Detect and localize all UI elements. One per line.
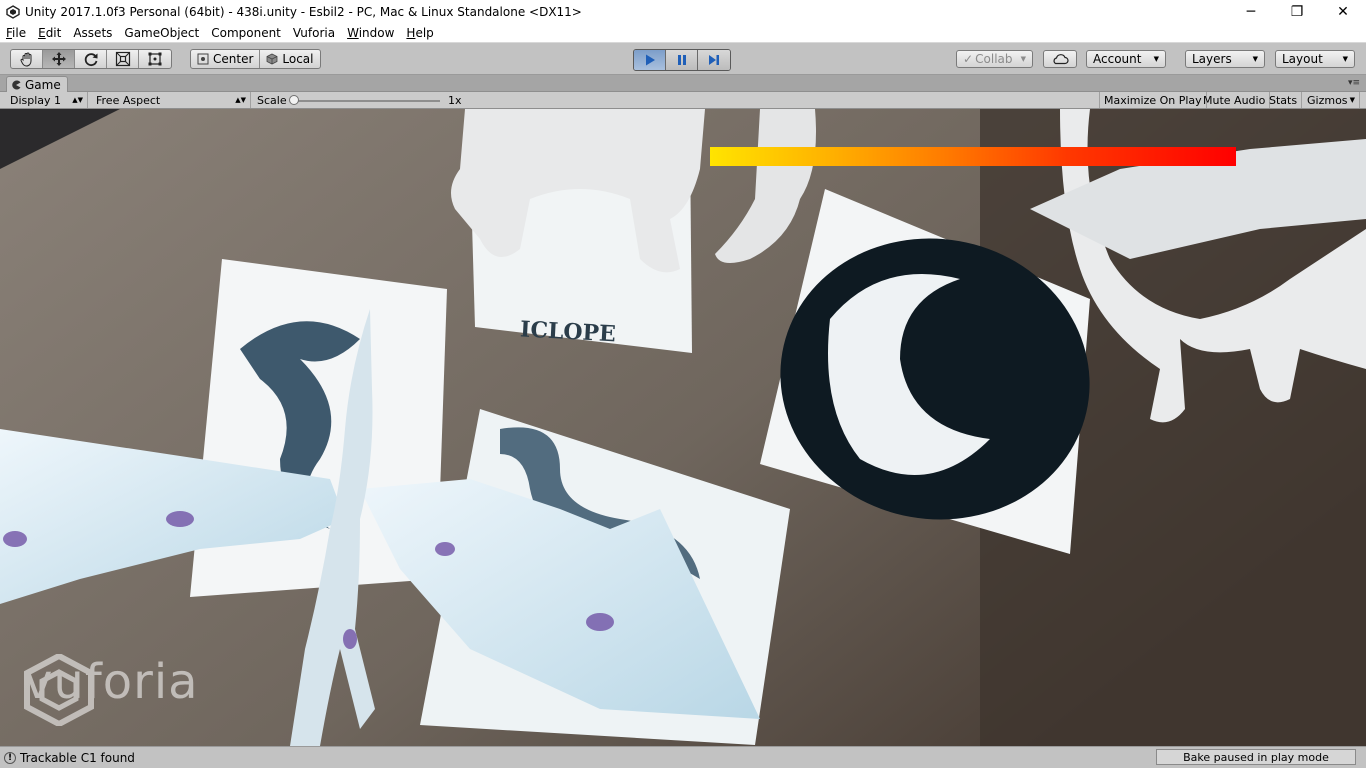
vuforia-logo-icon — [24, 654, 94, 726]
play-controls — [633, 49, 731, 71]
game-view-toolbar: Display 1 ▲▼ Free Aspect ▲▼ Scale 1x Max… — [0, 92, 1366, 109]
collab-dropdown[interactable]: ✓ Collab ▼ — [956, 50, 1033, 68]
dropdown-arrow-icon: ▲▼ — [72, 96, 83, 104]
scale-tool-button[interactable] — [107, 50, 139, 68]
layers-dropdown[interactable]: Layers ▼ — [1185, 50, 1265, 68]
window-title: Unity 2017.1.0f3 Personal (64bit) - 438i… — [25, 4, 582, 19]
move-tool-button[interactable] — [43, 50, 75, 68]
dropdown-arrow-icon: ▼ — [1153, 55, 1159, 63]
dropdown-arrow-icon: ▼ — [1342, 55, 1348, 63]
menu-bar: File Edit Assets GameObject Component Vu… — [0, 23, 1366, 43]
hand-tool-button[interactable] — [11, 50, 43, 68]
game-tab-bar: Game ▾≡ — [0, 75, 1366, 92]
status-bar: ! Trackable C1 found Bake paused in play… — [0, 746, 1366, 768]
play-button[interactable] — [634, 50, 666, 70]
bake-status: Bake paused in play mode — [1156, 749, 1356, 765]
menu-window[interactable]: Window — [341, 26, 400, 40]
pivot-center-button[interactable]: Center — [191, 50, 261, 68]
dropdown-arrow-icon: ▼ — [1252, 55, 1258, 63]
stats-toggle[interactable]: Stats — [1265, 92, 1303, 108]
rotate-icon — [84, 53, 97, 67]
menu-edit[interactable]: Edit — [32, 26, 67, 40]
rect-icon — [148, 52, 162, 66]
minimize-button[interactable]: ─ — [1228, 0, 1274, 23]
info-icon: ! — [4, 751, 16, 764]
menu-gameobject[interactable]: GameObject — [118, 26, 205, 40]
tab-options-icon[interactable]: ▾≡ — [1348, 78, 1360, 88]
aspect-dropdown[interactable]: Free Aspect ▲▼ — [92, 92, 251, 108]
close-button[interactable]: ✕ — [1320, 0, 1366, 23]
mute-audio-toggle[interactable]: Mute Audio — [1199, 92, 1271, 108]
ar-camera-scene: ICLOPE — [0, 109, 1366, 746]
step-icon — [709, 55, 719, 65]
check-icon: ✓ — [963, 52, 974, 66]
gizmos-dropdown[interactable]: Gizmos ▼ — [1303, 92, 1360, 108]
restore-button[interactable]: ❐ — [1274, 0, 1320, 23]
dropdown-arrow-icon: ▲▼ — [235, 96, 246, 104]
cloud-icon — [1053, 54, 1069, 65]
cloud-button[interactable] — [1043, 50, 1077, 68]
layout-dropdown[interactable]: Layout ▼ — [1275, 50, 1355, 68]
window-controls: ─ ❐ ✕ — [1228, 0, 1366, 23]
scale-slider-track[interactable] — [294, 100, 440, 102]
scale-value: 1x — [448, 93, 462, 107]
tab-game[interactable]: Game — [6, 76, 68, 92]
menu-help[interactable]: Help — [400, 26, 439, 40]
dropdown-arrow-icon: ▼ — [1349, 96, 1355, 104]
game-viewport[interactable]: ICLOPE vuforia — [0, 109, 1366, 746]
dropdown-arrow-icon: ▼ — [1020, 55, 1026, 63]
display-dropdown[interactable]: Display 1 ▲▼ — [6, 92, 88, 108]
title-bar: Unity 2017.1.0f3 Personal (64bit) - 438i… — [0, 0, 1366, 23]
main-toolbar: Center Local ✓ Collab ▼ Account ▼ Layers… — [0, 44, 1366, 75]
maximize-on-play-toggle[interactable]: Maximize On Play — [1099, 92, 1207, 108]
pivot-toggles: Center Local — [190, 49, 321, 69]
menu-file[interactable]: File — [0, 26, 32, 40]
move-icon — [51, 52, 66, 66]
card-text: ICLOPE — [519, 316, 616, 347]
account-dropdown[interactable]: Account ▼ — [1086, 50, 1166, 68]
unity-editor-window: Unity 2017.1.0f3 Personal (64bit) - 438i… — [0, 0, 1366, 768]
unity-logo-icon — [5, 4, 21, 20]
rotate-tool-button[interactable] — [75, 50, 107, 68]
pivot-center-icon — [197, 53, 209, 65]
play-icon — [645, 54, 655, 66]
scale-label: Scale — [257, 93, 287, 107]
step-button[interactable] — [698, 50, 730, 70]
menu-component[interactable]: Component — [205, 26, 287, 40]
menu-vuforia[interactable]: Vuforia — [287, 26, 341, 40]
health-bar — [710, 147, 1236, 166]
rect-tool-button[interactable] — [139, 50, 171, 68]
status-message[interactable]: Trackable C1 found — [20, 751, 135, 765]
hand-icon — [20, 52, 31, 67]
pivot-local-button[interactable]: Local — [260, 50, 319, 68]
pause-button[interactable] — [666, 50, 698, 70]
pause-icon — [677, 55, 686, 65]
menu-assets[interactable]: Assets — [67, 26, 118, 40]
scale-slider-handle[interactable] — [289, 95, 299, 105]
transform-tools — [10, 49, 172, 69]
cube-icon — [266, 53, 278, 65]
scale-icon — [115, 51, 130, 67]
pacman-icon — [12, 80, 21, 89]
vuforia-watermark: vuforia — [24, 654, 199, 726]
